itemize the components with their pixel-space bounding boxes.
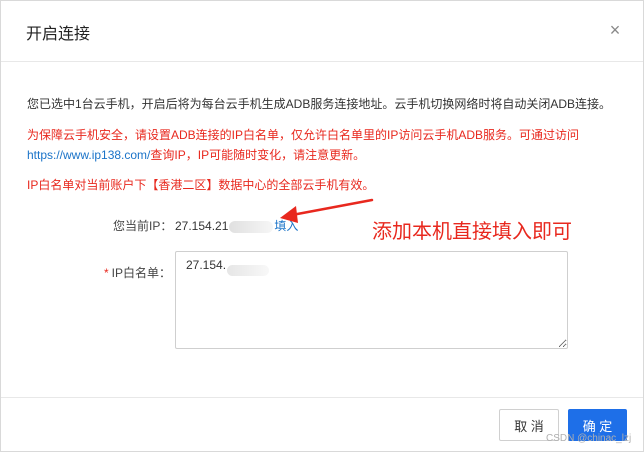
ip138-link[interactable]: https://www.ip138.com/: [27, 148, 150, 162]
warning-text: 为保障云手机安全，请设置ADB连接的IP白名单，仅允许白名单里的IP访问云手机A…: [27, 125, 627, 165]
annotation-text: 添加本机直接填入即可: [372, 221, 572, 243]
whitelist-label: * IP白名单：: [104, 264, 171, 281]
scope-text: IP白名单对当前账户下【香港二区】数据中心的全部云手机有效。: [27, 178, 375, 192]
fill-ip-link[interactable]: 填入: [274, 219, 298, 233]
whitelist-label-text: IP白名单：: [111, 266, 172, 280]
required-mark: *: [104, 266, 109, 280]
watermark: CSDN @chinac_lzj: [546, 433, 632, 444]
redacted-whitelist-mask: [227, 265, 269, 276]
warning-line2: 查询IP，IP可能随时变化，请注意更新。: [150, 148, 366, 162]
dialog-header: 开启连接 ×: [1, 1, 643, 62]
connect-dialog: 开启连接 × 您已选中1台云手机，开启后将为每台云手机生成ADB服务连接地址。云…: [0, 0, 644, 452]
current-ip-value: 27.154.21 填入: [175, 217, 298, 234]
redacted-ip-mask: [229, 220, 274, 233]
close-icon[interactable]: ×: [605, 18, 625, 42]
dialog-title: 开启连接: [26, 26, 91, 43]
current-ip-label: 您当前IP：: [113, 219, 173, 233]
current-ip-prefix: 27.154.21: [175, 219, 229, 233]
info-text: 您已选中1台云手机，开启后将为每台云手机生成ADB服务连接地址。云手机切换网络时…: [27, 97, 612, 111]
warning-line1: 为保障云手机安全，请设置ADB连接的IP白名单，仅允许白名单里的IP访问云手机A…: [27, 128, 580, 142]
